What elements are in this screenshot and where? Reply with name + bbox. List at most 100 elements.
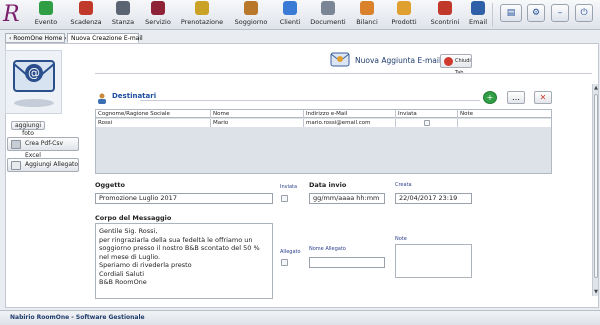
toolbar-button-label: Email bbox=[468, 18, 488, 26]
table-header: Cognome/Ragione Sociale Nome Indirizzo e… bbox=[96, 110, 551, 118]
col-nome: Nome bbox=[211, 110, 304, 118]
printer-icon[interactable]: ▤ bbox=[500, 4, 522, 22]
email-envelope-icon: @ bbox=[13, 60, 55, 107]
toolbar-button-scontrini[interactable]: Scontrini bbox=[425, 1, 465, 29]
main-toolbar: R Evento Scadenza Stanza Servizio Prenotazio… bbox=[0, 0, 600, 30]
table-row[interactable]: Rossi Mario mario.rossi@email.com bbox=[96, 119, 551, 127]
created-label: Creata bbox=[395, 182, 412, 188]
cell-inviata bbox=[396, 119, 458, 127]
edit-recipient-button[interactable]: … bbox=[507, 91, 525, 104]
email-photo: @ bbox=[5, 50, 62, 114]
notes-textarea[interactable] bbox=[395, 244, 472, 278]
toolbar-button-clienti[interactable]: Clienti bbox=[276, 1, 304, 29]
svg-text:@: @ bbox=[28, 66, 40, 80]
delete-recipient-button[interactable]: ✕ bbox=[534, 91, 552, 104]
add-recipient-button[interactable]: + bbox=[483, 91, 497, 104]
documents-icon bbox=[321, 1, 335, 15]
power-icon[interactable]: ⏻ bbox=[575, 4, 593, 22]
sent-checkbox[interactable] bbox=[424, 120, 430, 126]
toolbar-button-label: Evento bbox=[34, 18, 58, 26]
close-icon bbox=[444, 57, 453, 66]
toolbar-button-label: Prenotazione bbox=[180, 18, 224, 26]
products-icon bbox=[397, 1, 411, 15]
toolbar-button-stanza[interactable]: Stanza bbox=[109, 1, 137, 29]
recipients-title: Destinatari bbox=[112, 92, 157, 100]
toolbar-button-documenti[interactable]: Documenti bbox=[308, 1, 348, 29]
body-line: Speriamo di rivederla presto bbox=[99, 261, 192, 269]
attachment-name-input[interactable] bbox=[309, 257, 385, 268]
scroll-up-arrow[interactable]: ▲ bbox=[593, 84, 599, 92]
toolbar-button-label: Documenti bbox=[310, 18, 346, 26]
tab-home[interactable]: ‹ RoomOne Home › bbox=[5, 33, 67, 43]
close-tab-button[interactable]: Chiudi Tab bbox=[440, 54, 472, 76]
body-line: nel mese di Luglio. bbox=[99, 252, 161, 261]
balance-icon bbox=[360, 1, 374, 15]
paperclip-icon bbox=[11, 161, 21, 170]
booking-icon bbox=[195, 1, 209, 15]
add-photo-button[interactable]: aggiungi foto bbox=[11, 121, 45, 137]
receipt-icon bbox=[438, 1, 452, 15]
cell-email: mario.rossi@email.com bbox=[304, 119, 396, 127]
toolbar-button-prenotazione[interactable]: Prenotazione bbox=[178, 1, 226, 29]
toolbar-button-prodotti[interactable]: Prodotti bbox=[386, 1, 422, 29]
status-text: Nabirio RoomOne - Software Gestionale bbox=[10, 314, 145, 321]
service-icon bbox=[151, 1, 165, 15]
clients-icon bbox=[283, 1, 297, 15]
toolbar-button-label: Soggiorno bbox=[234, 18, 268, 26]
room-icon bbox=[116, 1, 130, 15]
add-attachment-button[interactable]: Aggiungi Allegato bbox=[7, 158, 79, 172]
attachment-label: Allegato bbox=[280, 249, 301, 255]
recipients-table: Cognome/Ragione Sociale Nome Indirizzo e… bbox=[95, 109, 552, 174]
cell-cognome: Rossi bbox=[96, 119, 211, 127]
scroll-down-arrow[interactable]: ▼ bbox=[593, 288, 599, 296]
toolbar-button-scadenza[interactable]: Scadenza bbox=[66, 1, 106, 29]
message-body-label: Corpo del Messaggio bbox=[95, 214, 172, 222]
toolbar-button-label: Servizio bbox=[145, 18, 171, 26]
send-date-label: Data invio bbox=[309, 181, 347, 189]
toolbar-button-label: Bilanci bbox=[356, 18, 378, 26]
toolbar-button-bilanci[interactable]: Bilanci bbox=[352, 1, 382, 29]
body-line: B&B RoomOne bbox=[99, 278, 147, 286]
col-cognome: Cognome/Ragione Sociale bbox=[96, 110, 211, 118]
toolbar-button-servizio[interactable]: Servizio bbox=[141, 1, 175, 29]
scroll-thumb[interactable] bbox=[594, 94, 598, 278]
col-inviata: Inviata bbox=[396, 110, 458, 118]
add-attachment-label: Aggiungi Allegato bbox=[25, 161, 79, 168]
minimize-icon[interactable]: – bbox=[551, 4, 569, 22]
body-line: per ringraziarla della sua fedeltà le of… bbox=[99, 235, 253, 244]
pdf-icon bbox=[11, 140, 21, 149]
recipients-icon bbox=[96, 89, 108, 104]
email-header-icon bbox=[330, 49, 350, 69]
attachment-checkbox[interactable] bbox=[281, 259, 288, 266]
vertical-scrollbar[interactable]: ▲ ▼ bbox=[592, 84, 598, 296]
subject-input[interactable]: Promozione Luglio 2017 bbox=[95, 193, 273, 204]
toolbar-button-evento[interactable]: Evento bbox=[30, 1, 62, 29]
sent-checkbox-form[interactable] bbox=[281, 195, 288, 202]
toolbar-separator bbox=[492, 3, 493, 27]
cell-nome: Mario bbox=[211, 119, 304, 127]
create-pdf-button[interactable]: Crea Pdf-Csv Excel bbox=[7, 137, 79, 159]
toolbar-button-soggiorno[interactable]: Soggiorno bbox=[230, 1, 272, 29]
deadline-icon bbox=[79, 1, 93, 15]
created-input[interactable]: 22/04/2017 23:19 bbox=[395, 193, 472, 204]
settings-icon[interactable]: ⚙ bbox=[527, 4, 545, 22]
app-logo: R bbox=[3, 2, 20, 27]
message-body-textarea[interactable]: Gentile Sig. Rossi, per ringraziarla del… bbox=[95, 223, 273, 299]
col-email: Indirizzo e-Mail bbox=[304, 110, 396, 118]
stay-icon bbox=[244, 1, 258, 15]
recipients-divider bbox=[140, 100, 480, 101]
toolbar-button-email[interactable]: Email bbox=[466, 1, 490, 29]
notes-label: Note bbox=[395, 236, 407, 242]
tab-new-email[interactable]: Nuova Creazione E-mail bbox=[67, 33, 143, 43]
body-line: soggiorno presso il nostro B&B scontato … bbox=[99, 244, 260, 252]
toolbar-button-label: Prodotti bbox=[391, 18, 417, 26]
col-note: Note bbox=[460, 111, 474, 117]
toolbar-button-label: Clienti bbox=[279, 18, 301, 26]
body-line: Cordiali Saluti bbox=[99, 269, 145, 278]
toolbar-button-label: Scadenza bbox=[70, 18, 102, 26]
calendar-icon bbox=[39, 1, 53, 15]
toolbar-button-label: Scontrini bbox=[430, 18, 460, 26]
toolbar-button-label: Stanza bbox=[111, 18, 135, 26]
cell-note bbox=[458, 119, 551, 127]
send-date-input[interactable]: gg/mm/aaaa hh:mm bbox=[309, 193, 385, 204]
